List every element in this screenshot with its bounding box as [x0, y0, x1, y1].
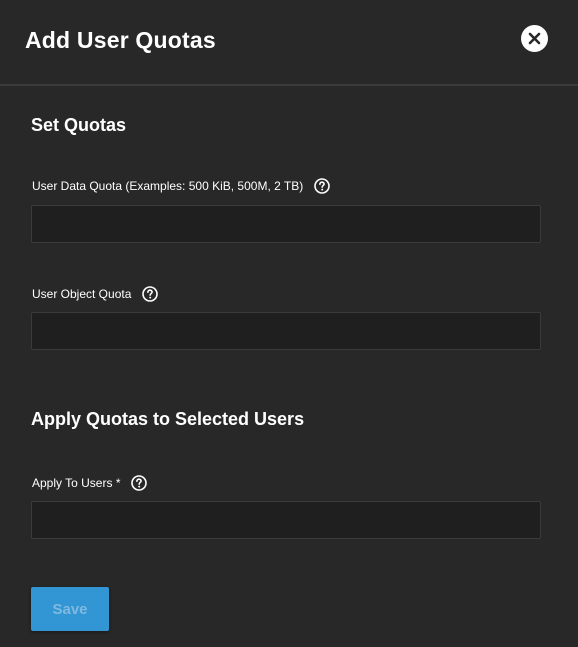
- apply-to-users-input[interactable]: [31, 501, 541, 539]
- help-icon[interactable]: [314, 178, 331, 194]
- user-object-quota-label: User Object Quota: [32, 286, 159, 302]
- help-icon[interactable]: [142, 286, 159, 302]
- user-data-quota-input[interactable]: [31, 205, 541, 243]
- apply-to-users-label-text: Apply To Users *: [32, 476, 121, 490]
- user-object-quota-label-text: User Object Quota: [32, 287, 132, 301]
- user-data-quota-label: User Data Quota (Examples: 500 KiB, 500M…: [32, 178, 331, 194]
- close-icon: [528, 32, 541, 45]
- user-data-quota-label-text: User Data Quota (Examples: 500 KiB, 500M…: [32, 179, 304, 193]
- close-button[interactable]: [521, 25, 548, 52]
- section-title-set-quotas: Set Quotas: [31, 115, 127, 135]
- apply-to-users-label: Apply To Users *: [32, 475, 148, 491]
- user-object-quota-input[interactable]: [31, 312, 541, 350]
- section-title-apply-quotas: Apply Quotas to Selected Users: [31, 409, 305, 429]
- save-button[interactable]: Save: [31, 587, 109, 631]
- help-icon[interactable]: [131, 475, 148, 491]
- dialog-header: Add User Quotas: [0, 0, 578, 86]
- dialog-title: Add User Quotas: [25, 27, 216, 53]
